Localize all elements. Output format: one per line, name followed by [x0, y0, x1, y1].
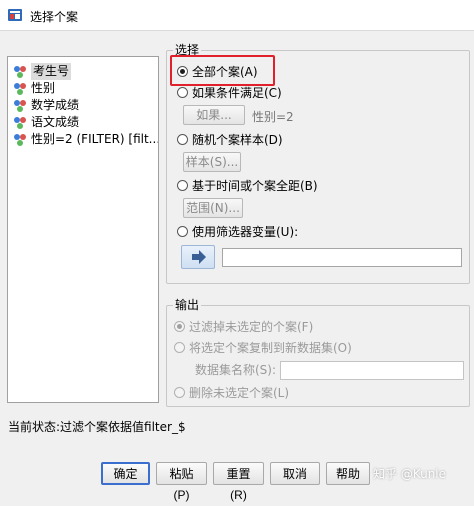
title-bar: 选择个案: [0, 0, 474, 31]
time-range-label[interactable]: 基于时间或个案全距(B): [192, 179, 318, 193]
condition-text: 性别=2: [252, 110, 294, 124]
nominal-variable-icon: [14, 134, 26, 146]
copy-to-new-radio[interactable]: [174, 342, 185, 353]
random-sample-label[interactable]: 随机个案样本(D): [192, 133, 283, 147]
variable-label: 性别: [31, 81, 56, 95]
sample-button[interactable]: 样本(S)...: [183, 152, 241, 172]
reset-button[interactable]: 重置(R): [213, 462, 264, 502]
variable-label: 数学成绩: [31, 98, 80, 112]
delete-unselected-label[interactable]: 删除未选定个案(L): [189, 386, 289, 400]
all-cases-radio[interactable]: [177, 66, 188, 77]
filter-variable-field[interactable]: [222, 248, 462, 267]
output-group-title: 输出: [173, 298, 202, 312]
delete-unselected-radio[interactable]: [174, 387, 185, 398]
watermark-text: 知乎 @Kunle: [373, 467, 447, 481]
paste-button[interactable]: 粘贴(P): [156, 462, 207, 502]
if-condition-label[interactable]: 如果条件满足(C): [192, 86, 282, 100]
help-button[interactable]: 帮助: [326, 462, 370, 485]
filter-out-radio[interactable]: [174, 321, 185, 332]
nominal-variable-icon: [14, 117, 26, 129]
cancel-button[interactable]: 取消: [270, 462, 320, 485]
variable-list[interactable]: 考生号 性别 数学成绩 语文成绩 性别=2 (FILTER) [filt...: [7, 56, 159, 403]
variable-label: 语文成绩: [31, 115, 80, 129]
dataset-name-field[interactable]: [280, 361, 464, 380]
nominal-variable-icon: [14, 100, 26, 112]
use-filter-label[interactable]: 使用筛选器变量(U):: [192, 225, 298, 239]
dataset-name-label: 数据集名称(S):: [195, 363, 277, 377]
window-title: 选择个案: [30, 10, 79, 24]
all-cases-label[interactable]: 全部个案(A): [192, 65, 258, 79]
arrow-right-icon: [192, 250, 206, 264]
ok-button[interactable]: 确定: [101, 462, 150, 485]
copy-to-new-label[interactable]: 将选定个案复制到新数据集(O): [189, 341, 352, 355]
range-button[interactable]: 范围(N)...: [183, 198, 243, 218]
current-status: 当前状态:过滤个案依据值filter_$: [8, 420, 186, 434]
move-variable-button[interactable]: [181, 245, 215, 269]
if-button[interactable]: 如果...: [183, 105, 245, 125]
variable-label: 性别=2 (FILTER) [filt...: [31, 132, 159, 146]
nominal-variable-icon: [14, 83, 26, 95]
time-range-radio[interactable]: [177, 180, 188, 191]
nominal-variable-icon: [14, 66, 26, 78]
spss-app-icon: [8, 9, 22, 21]
use-filter-radio[interactable]: [177, 226, 188, 237]
filter-out-label[interactable]: 过滤掉未选定的个案(F): [189, 320, 313, 334]
if-condition-radio[interactable]: [177, 87, 188, 98]
variable-label: 考生号: [31, 63, 72, 80]
random-sample-radio[interactable]: [177, 134, 188, 145]
